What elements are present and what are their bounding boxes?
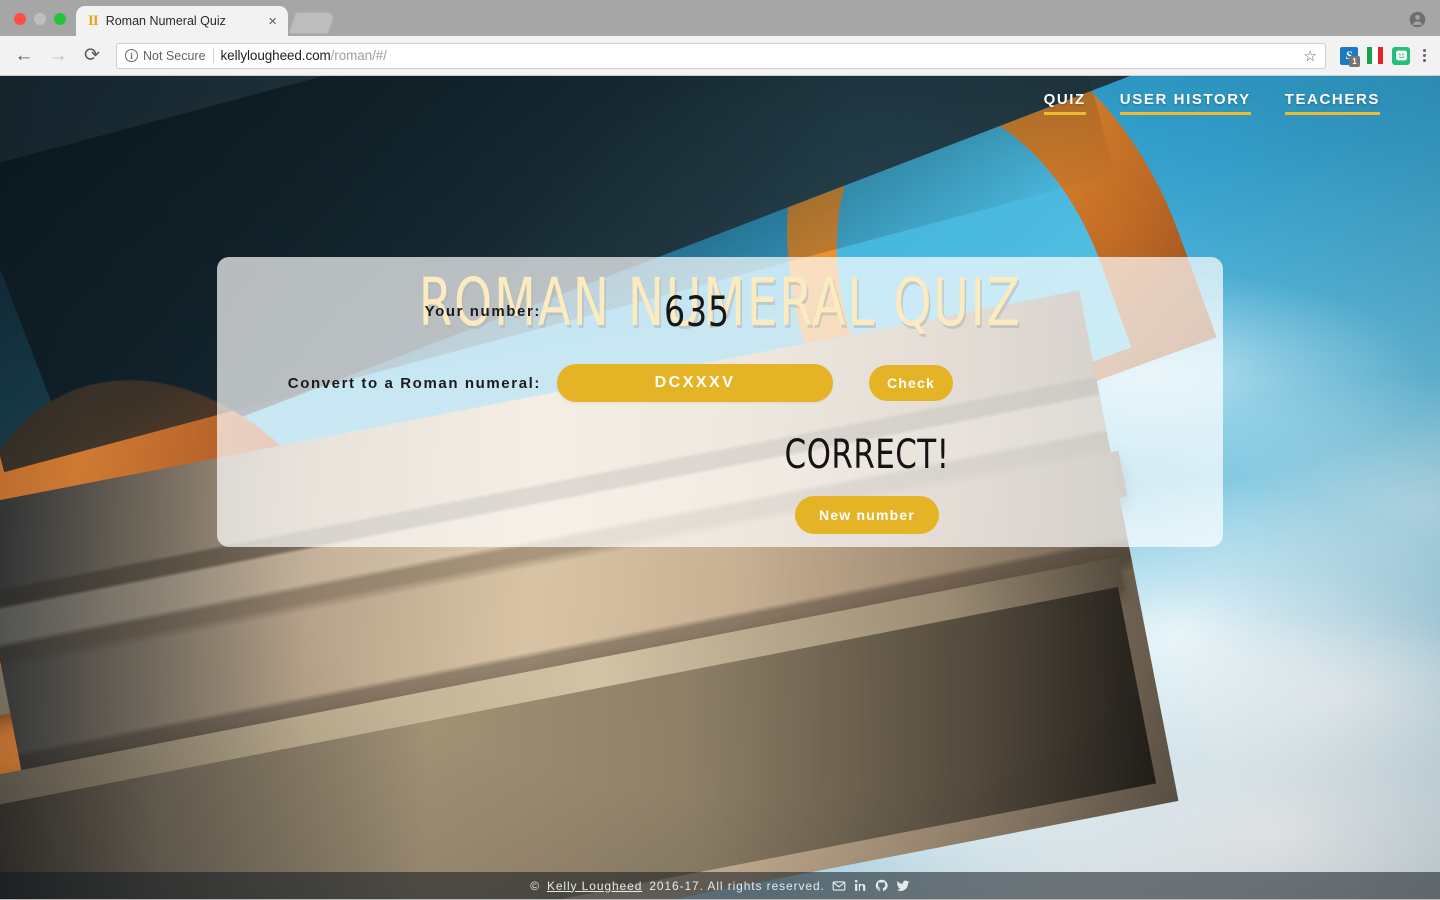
- browser-menu-icon[interactable]: [1419, 49, 1430, 62]
- browser-tab[interactable]: II Roman Numeral Quiz ×: [76, 6, 288, 36]
- linkedin-icon[interactable]: [854, 879, 867, 892]
- tab-strip: II Roman Numeral Quiz ×: [76, 6, 336, 36]
- copyright-symbol: ©: [530, 878, 540, 893]
- address-bar[interactable]: i Not Secure kellylougheed.com/roman/#/ …: [116, 42, 1326, 69]
- info-icon: i: [125, 49, 138, 62]
- new-number-wrapper: New number: [557, 496, 1177, 534]
- roman-numeral-two-icon: II: [88, 12, 99, 29]
- new-tab-button[interactable]: [288, 12, 336, 34]
- reload-icon[interactable]: ⟳: [78, 42, 106, 70]
- answer-row: Convert to a Roman numeral: Check: [217, 364, 1223, 402]
- browser-toolbar: ← → ⟳ i Not Secure kellylougheed.com/rom…: [0, 36, 1440, 76]
- nav-user-history[interactable]: USER HISTORY: [1119, 91, 1251, 115]
- window-controls: [0, 13, 66, 36]
- quiz-card: Your number: 635 Convert to a Roman nume…: [217, 257, 1223, 547]
- extension-icons: S1: [1336, 46, 1430, 67]
- close-window-button[interactable]: [14, 13, 26, 25]
- new-number-button[interactable]: New number: [794, 496, 939, 534]
- number-value: 635: [663, 287, 731, 336]
- your-number-label: Your number:: [424, 303, 541, 320]
- url-text: kellylougheed.com/roman/#/: [221, 48, 387, 63]
- security-label: Not Secure: [143, 48, 206, 63]
- close-icon[interactable]: ×: [265, 14, 280, 29]
- url-path: /roman/#/: [330, 48, 387, 63]
- back-icon[interactable]: ←: [10, 42, 38, 70]
- maximize-window-button[interactable]: [54, 13, 66, 25]
- site-navigation: QUIZ USER HISTORY TEACHERS: [0, 76, 1440, 116]
- security-status[interactable]: i Not Secure: [125, 49, 206, 63]
- green-smiley-extension-icon[interactable]: [1392, 46, 1410, 65]
- extension-badge: 1: [1349, 55, 1360, 67]
- nav-quiz[interactable]: QUIZ: [1043, 91, 1086, 115]
- twitter-icon[interactable]: [896, 879, 910, 893]
- url-domain: kellylougheed.com: [220, 48, 331, 63]
- nav-teachers[interactable]: TEACHERS: [1284, 91, 1380, 115]
- copyright-text: 2016-17. All rights reserved.: [649, 878, 825, 893]
- feedback-message: CORRECT!: [784, 432, 950, 478]
- number-row: Your number: 635: [217, 287, 1223, 336]
- page-viewport: QUIZ USER HISTORY TEACHERS ROMAN NUMERAL…: [0, 76, 1440, 899]
- skype-extension-icon[interactable]: S1: [1340, 46, 1360, 67]
- profile-icon[interactable]: [1409, 11, 1426, 28]
- tab-title: Roman Numeral Quiz: [105, 14, 226, 28]
- omnibox-divider: [212, 48, 214, 63]
- author-link[interactable]: Kelly Lougheed: [547, 879, 642, 893]
- site-footer: © Kelly Lougheed 2016-17. All rights res…: [0, 872, 1440, 899]
- roman-numeral-input[interactable]: [557, 364, 833, 402]
- italian-flag-extension-icon[interactable]: [1367, 47, 1383, 64]
- minimize-window-button[interactable]: [34, 13, 46, 25]
- check-button[interactable]: Check: [869, 365, 954, 401]
- forward-icon[interactable]: →: [44, 42, 72, 70]
- convert-label: Convert to a Roman numeral:: [287, 374, 541, 392]
- browser-window: II Roman Numeral Quiz × ← → ⟳ i Not Secu…: [0, 0, 1440, 900]
- bookmark-star-icon[interactable]: ☆: [1304, 47, 1317, 65]
- social-links: [832, 879, 910, 893]
- email-icon[interactable]: [832, 879, 846, 893]
- github-icon[interactable]: [875, 879, 888, 892]
- browser-titlebar: II Roman Numeral Quiz ×: [0, 0, 1440, 36]
